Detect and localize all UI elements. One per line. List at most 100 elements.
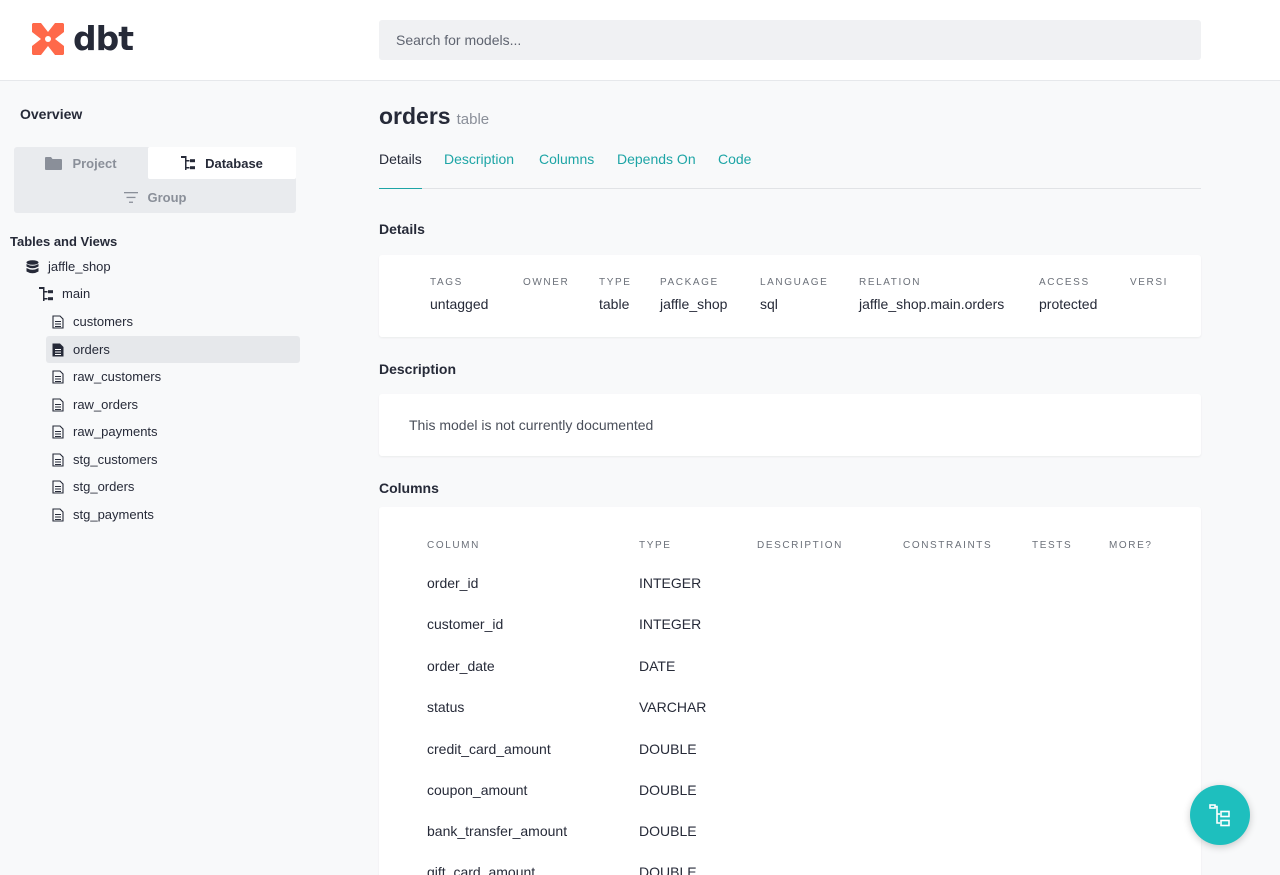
tree-database-label: jaffle_shop (48, 259, 111, 274)
column-header-more: MORE? (1109, 540, 1153, 551)
detail-label: ACCESS (1039, 277, 1090, 288)
project-view-label: Project (72, 155, 117, 171)
document-icon (52, 507, 64, 522)
description-card: This model is not currently documented (379, 394, 1201, 456)
top-bar: dbt (0, 0, 1280, 81)
dbt-logo[interactable]: dbt (29, 19, 134, 58)
main-content: orders table Details Description Columns… (379, 81, 1201, 875)
table-row[interactable]: gift_card_amount DOUBLE (379, 864, 1201, 875)
tree-model-label: orders (73, 342, 110, 357)
table-row[interactable]: bank_transfer_amount DOUBLE (379, 823, 1201, 864)
tree-model-raw-customers[interactable]: raw_customers (46, 363, 300, 390)
detail-access: ACCESS protected (1039, 277, 1097, 313)
detail-value (1130, 296, 1172, 313)
column-header-tests: TESTS (1032, 540, 1073, 551)
column-name: customer_id (427, 616, 504, 632)
column-name: bank_transfer_amount (427, 823, 568, 839)
detail-language: LANGUAGE sql (760, 277, 828, 313)
details-heading: Details (379, 221, 425, 237)
table-row[interactable]: status VARCHAR (379, 699, 1201, 740)
tab-bar: Details Description Columns Depends On C… (379, 151, 1201, 189)
column-name: order_id (427, 575, 479, 591)
detail-label: LANGUAGE (760, 277, 829, 288)
column-name: gift_card_amount (427, 864, 536, 875)
detail-owner: OWNER (523, 277, 569, 313)
tree-model-raw-orders[interactable]: raw_orders (46, 391, 300, 418)
lineage-graph-button[interactable] (1190, 785, 1250, 845)
description-text: This model is not currently documented (409, 417, 654, 433)
column-header-description: DESCRIPTION (757, 540, 843, 551)
tree-schema-main[interactable]: main (39, 280, 90, 307)
column-name: credit_card_amount (427, 741, 551, 757)
tree-schema-label: main (62, 286, 91, 301)
tree-model-stg-orders[interactable]: stg_orders (46, 473, 300, 500)
detail-tags: TAGS untagged (430, 277, 488, 313)
model-name: orders (379, 103, 451, 129)
tree-model-label: stg_customers (73, 452, 158, 467)
tree-model-orders[interactable]: orders (46, 336, 300, 363)
table-row[interactable]: customer_id INTEGER (379, 616, 1201, 657)
tree-model-label: raw_customers (73, 369, 162, 384)
folder-icon (45, 156, 63, 170)
overview-link[interactable]: Overview (20, 106, 82, 122)
detail-label: VERSI (1130, 277, 1169, 288)
detail-value (523, 296, 569, 313)
column-type: DOUBLE (639, 864, 697, 875)
column-type: DOUBLE (639, 782, 697, 798)
detail-label: TYPE (599, 277, 632, 288)
project-view-button[interactable]: Project (14, 147, 148, 179)
column-type: VARCHAR (639, 699, 707, 715)
tab-depends-on[interactable]: Depends On (617, 151, 696, 189)
tree-model-label: raw_payments (73, 424, 158, 439)
detail-label: OWNER (523, 277, 570, 288)
column-header-constraints: CONSTRAINTS (903, 540, 993, 551)
database-view-label: Database (205, 155, 263, 171)
detail-value: sql (760, 296, 778, 312)
column-type: INTEGER (639, 575, 702, 591)
document-icon (52, 369, 64, 384)
detail-value: jaffle_shop.main.orders (859, 296, 1005, 312)
detail-value: untagged (430, 296, 489, 312)
document-icon (52, 479, 64, 494)
column-name: coupon_amount (427, 782, 528, 798)
description-heading: Description (379, 361, 457, 377)
filter-lines-icon (123, 191, 138, 203)
column-header-column: COLUMN (427, 540, 480, 551)
detail-value: jaffle_shop (660, 296, 728, 312)
model-type: table (456, 111, 490, 128)
column-name: status (427, 699, 465, 715)
tree-model-label: stg_orders (73, 479, 135, 494)
tree-model-stg-customers[interactable]: stg_customers (46, 446, 300, 473)
schema-tree-icon (39, 286, 53, 301)
tree-model-stg-payments[interactable]: stg_payments (46, 501, 300, 528)
search-input[interactable] (379, 20, 1201, 60)
table-row[interactable]: order_id INTEGER (379, 575, 1201, 616)
detail-type: TYPE table (599, 277, 632, 313)
tab-columns[interactable]: Columns (539, 151, 594, 189)
columns-card: COLUMN TYPE DESCRIPTION CONSTRAINTS TEST… (379, 507, 1201, 875)
document-icon (52, 314, 64, 329)
document-icon (52, 424, 64, 439)
tree-model-customers[interactable]: customers (46, 308, 300, 335)
columns-heading: Columns (379, 480, 439, 496)
table-row[interactable]: order_date DATE (379, 658, 1201, 699)
column-name: order_date (427, 658, 495, 674)
table-row[interactable]: credit_card_amount DOUBLE (379, 741, 1201, 782)
tab-description[interactable]: Description (444, 151, 514, 189)
tab-details[interactable]: Details (379, 151, 422, 189)
group-view-label: Group (147, 189, 187, 205)
tree-model-raw-payments[interactable]: raw_payments (46, 418, 300, 445)
detail-value: table (599, 296, 630, 312)
tree-model-label: stg_payments (73, 507, 154, 522)
detail-label: TAGS (430, 277, 463, 288)
logo-text: dbt (73, 19, 134, 58)
database-icon (26, 259, 39, 273)
database-view-button[interactable]: Database (148, 147, 296, 179)
lineage-graph-icon (1209, 804, 1230, 827)
tree-database-jaffle-shop[interactable]: jaffle_shop (26, 253, 111, 280)
database-tree-icon (181, 156, 196, 170)
group-view-button[interactable]: Group (14, 181, 296, 213)
table-row[interactable]: coupon_amount DOUBLE (379, 782, 1201, 823)
tab-code[interactable]: Code (718, 151, 751, 189)
column-header-type: TYPE (639, 540, 672, 551)
